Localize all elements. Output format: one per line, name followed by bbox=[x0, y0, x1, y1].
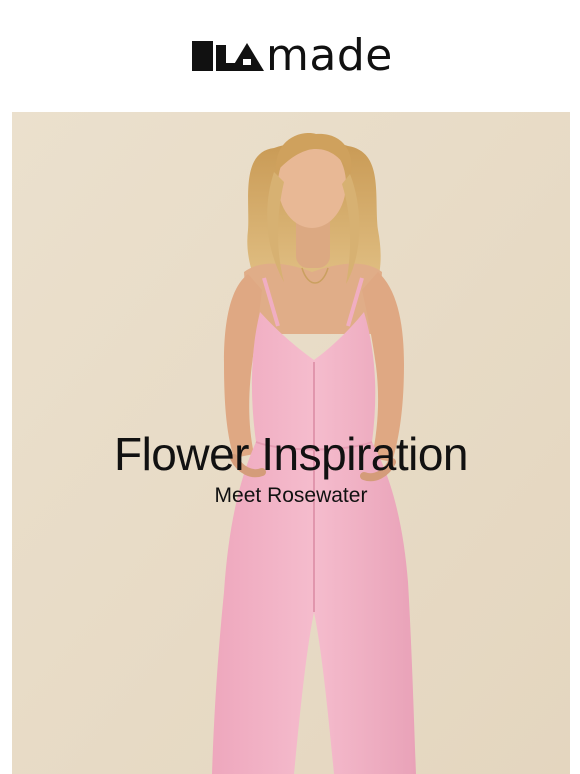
brand-logo[interactable]: made bbox=[192, 30, 393, 81]
logo-mark bbox=[192, 41, 268, 71]
hero-title: Flower Inspiration bbox=[113, 428, 469, 480]
email-header: made bbox=[0, 0, 580, 112]
hero-subtitle: Meet Rosewater bbox=[214, 484, 368, 507]
logo-wordmark: made bbox=[266, 30, 393, 81]
hero-banner[interactable]: Flower Inspiration Meet Rosewater bbox=[12, 112, 570, 774]
